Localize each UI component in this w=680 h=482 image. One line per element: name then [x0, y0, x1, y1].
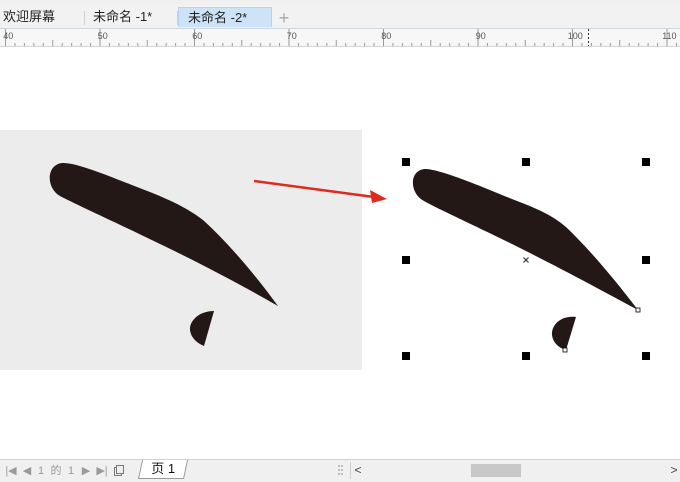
- tab-label: 未命名 -1*: [93, 9, 153, 24]
- last-page-button[interactable]: ▶|: [95, 464, 109, 478]
- ruler-label: 80: [381, 31, 391, 41]
- tab-welcome-screen[interactable]: 欢迎屏幕: [0, 7, 84, 27]
- page-of-label: 的: [50, 465, 62, 477]
- tab-label: 未命名 -2*: [188, 10, 248, 25]
- page-tab-1[interactable]: 页 1: [137, 460, 189, 479]
- current-page-number: 1: [37, 465, 45, 477]
- document-tab-bar: 欢迎屏幕 未命名 -1* 未命名 -2* +: [0, 5, 680, 29]
- ruler-label: 70: [287, 31, 297, 41]
- ruler-label: 90: [476, 31, 486, 41]
- first-page-button[interactable]: |◀: [4, 464, 18, 478]
- horizontal-ruler[interactable]: 40 50 60 70 80 90 100 110: [0, 29, 680, 47]
- page-tab-label: 页 1: [151, 461, 176, 476]
- page-navigator-bar: |◀ ◀ 1 的 1 ▶ ▶| 页 1 < >: [0, 459, 680, 482]
- original-image-panel[interactable]: [0, 130, 362, 370]
- scroll-right-button[interactable]: >: [667, 463, 680, 477]
- tab-untitled-2[interactable]: 未命名 -2*: [178, 7, 272, 27]
- total-pages: 1: [67, 465, 75, 477]
- previous-page-button[interactable]: ◀: [21, 464, 33, 478]
- scroll-left-button[interactable]: <: [351, 463, 365, 477]
- ruler-label: 60: [192, 31, 202, 41]
- add-tab-button[interactable]: +: [275, 9, 293, 27]
- ruler-label: 110: [662, 31, 676, 41]
- ruler-label: 50: [98, 31, 108, 41]
- horizontal-scrollbar[interactable]: < >: [350, 462, 680, 479]
- ruler-label: 40: [3, 31, 13, 41]
- ruler-label: 100: [568, 31, 583, 41]
- tab-label: 欢迎屏幕: [3, 9, 56, 24]
- splitter-grip-icon[interactable]: [337, 463, 345, 477]
- scrollbar-thumb[interactable]: [471, 464, 521, 477]
- ruler-graphic: 40 50 60 70 80 90 100 110: [3, 29, 677, 46]
- add-page-icon[interactable]: [112, 464, 124, 478]
- next-page-button[interactable]: ▶: [80, 464, 92, 478]
- tab-untitled-1[interactable]: 未命名 -1*: [84, 7, 176, 27]
